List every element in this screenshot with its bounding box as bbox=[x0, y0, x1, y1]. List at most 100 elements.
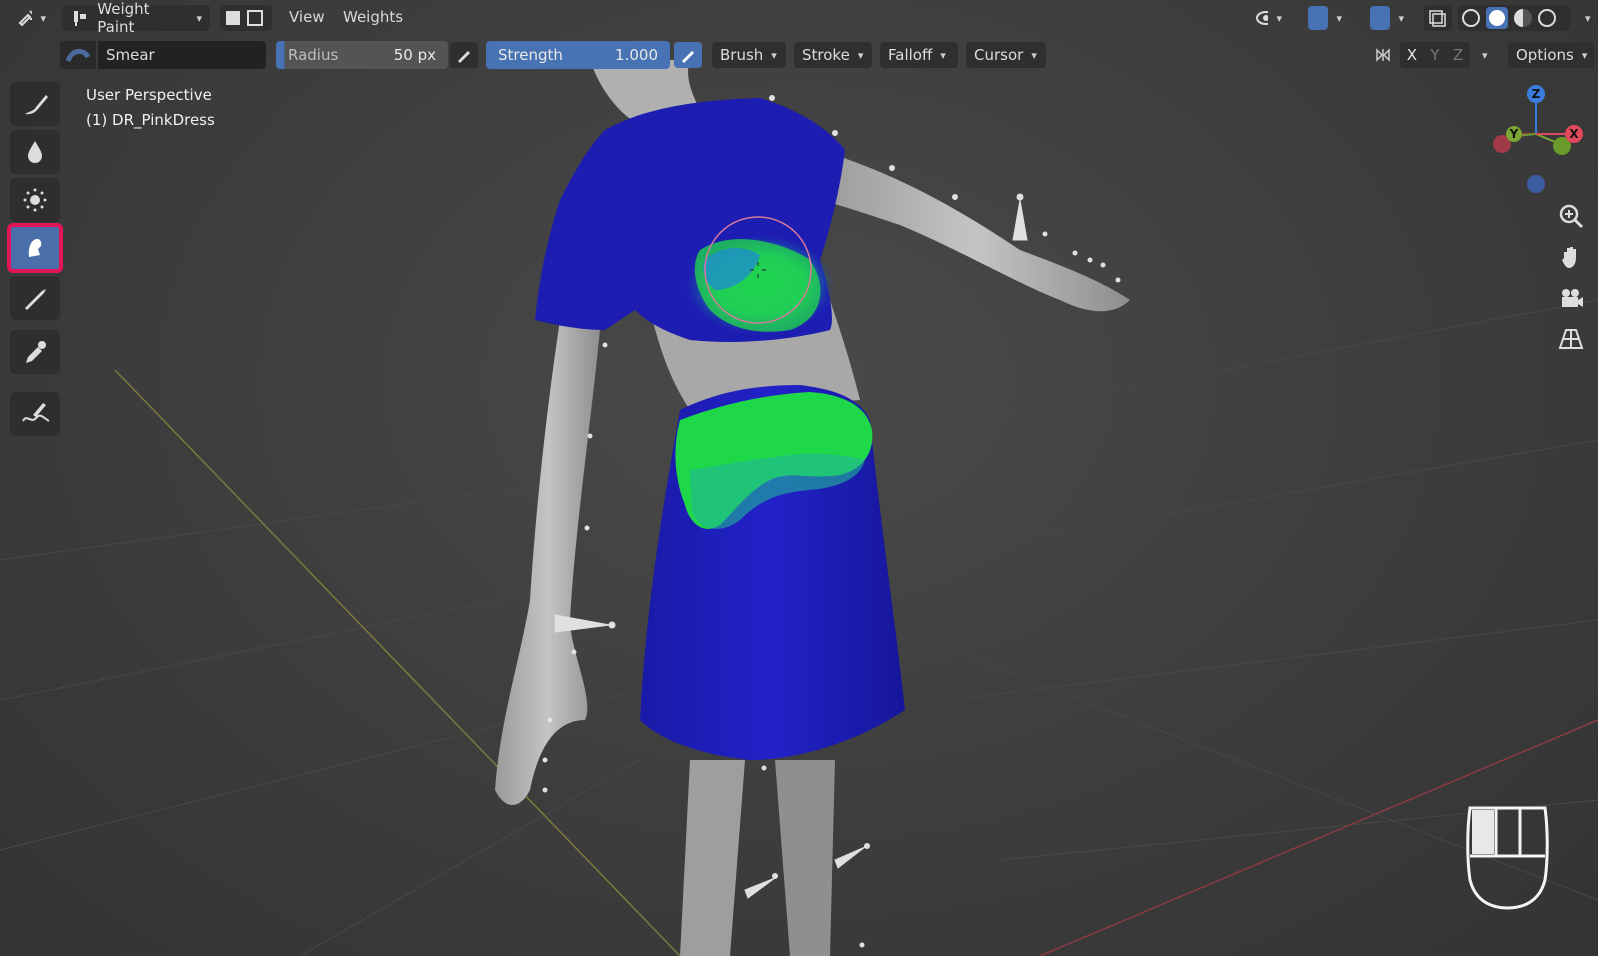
pan-button[interactable] bbox=[1554, 240, 1588, 274]
cursor-menu-label: Cursor bbox=[974, 46, 1024, 64]
cursor-menu[interactable]: Cursor ▾ bbox=[966, 42, 1046, 68]
leg-left bbox=[680, 760, 745, 956]
strength-slider[interactable]: Strength 1.000 bbox=[486, 41, 670, 69]
gizmo-y-label: Y bbox=[1509, 127, 1519, 141]
mirror-axis-x[interactable]: X bbox=[1407, 46, 1417, 64]
tool-average[interactable] bbox=[10, 178, 60, 222]
gizmo-toggle[interactable]: ▾ bbox=[1300, 5, 1350, 31]
chevron-down-icon: ▾ bbox=[771, 48, 777, 62]
mode-selector[interactable]: Weight Paint ▾ bbox=[62, 0, 210, 36]
tool-smear[interactable] bbox=[7, 223, 63, 273]
options-label: Options bbox=[1516, 46, 1574, 64]
brush-name-field[interactable]: Smear bbox=[98, 41, 266, 69]
camera-icon bbox=[1562, 289, 1583, 307]
chevron-down-icon: ▾ bbox=[196, 11, 202, 25]
3d-viewport[interactable] bbox=[0, 0, 1598, 956]
editor-type-icon bbox=[18, 10, 33, 27]
camera-view-button[interactable] bbox=[1554, 281, 1588, 315]
xray-toggle[interactable] bbox=[1424, 5, 1452, 31]
weight-paint-mode-icon bbox=[74, 11, 86, 26]
drop-icon bbox=[28, 141, 42, 163]
hand-icon bbox=[1562, 247, 1576, 268]
stroke-menu[interactable]: Stroke ▾ bbox=[794, 42, 872, 68]
xray-icon bbox=[1429, 10, 1446, 27]
editor-type-selector[interactable]: ▾ bbox=[10, 5, 54, 31]
falloff-menu[interactable]: Falloff ▾ bbox=[880, 42, 958, 68]
tool-sample-weight[interactable] bbox=[10, 330, 60, 374]
eyedropper-icon bbox=[26, 341, 46, 363]
y-axis-line bbox=[114, 369, 681, 956]
strength-pressure-toggle[interactable] bbox=[674, 42, 702, 68]
dots-icon bbox=[23, 188, 47, 212]
rendered-shading-icon[interactable] bbox=[1538, 9, 1556, 27]
paint-mask-toggles[interactable] bbox=[220, 5, 272, 31]
chevron-down-icon: ▾ bbox=[1336, 11, 1342, 25]
visibility-selector[interactable]: ▾ bbox=[1248, 5, 1290, 31]
arm-extended bbox=[820, 150, 1130, 312]
radius-slider[interactable]: Radius 50 px bbox=[276, 41, 448, 69]
gizmo-x-label: X bbox=[1569, 127, 1579, 141]
shading-modes[interactable] bbox=[1458, 5, 1570, 31]
gizmo-neg-z[interactable] bbox=[1527, 175, 1545, 193]
mirror-axes[interactable]: X Y Z bbox=[1400, 42, 1470, 68]
pen-pressure-icon bbox=[458, 51, 470, 63]
solid-shading-icon[interactable] bbox=[1486, 7, 1508, 29]
zoom-icon bbox=[1559, 204, 1584, 229]
smear-finger-icon bbox=[28, 238, 42, 257]
navigation-gizmo[interactable]: Z Y X bbox=[1480, 82, 1590, 200]
view-perspective-label: User Perspective bbox=[86, 86, 212, 104]
chevron-down-icon: ▾ bbox=[1581, 48, 1588, 62]
mirror-axis-z[interactable]: Z bbox=[1453, 46, 1463, 64]
gizmo-icon bbox=[1308, 6, 1329, 30]
tool-annotate[interactable] bbox=[10, 392, 60, 436]
tool-blur[interactable] bbox=[10, 130, 60, 174]
chevron-down-icon[interactable]: ▾ bbox=[1585, 12, 1591, 25]
tool-draw[interactable] bbox=[10, 82, 60, 126]
brush-menu[interactable]: Brush ▾ bbox=[712, 42, 786, 68]
zoom-button[interactable] bbox=[1554, 199, 1588, 233]
radius-value: 50 px bbox=[393, 46, 436, 64]
menu-weights[interactable]: Weights bbox=[343, 8, 403, 26]
chevron-down-icon: ▾ bbox=[1276, 11, 1282, 25]
strength-label: Strength bbox=[498, 46, 563, 64]
mask-icon bbox=[226, 10, 263, 26]
gradient-icon bbox=[25, 289, 46, 310]
perspective-toggle-button[interactable] bbox=[1554, 322, 1588, 356]
smear-brush-icon bbox=[65, 49, 91, 63]
butterfly-icon bbox=[1376, 48, 1390, 62]
wireframe-shading-icon[interactable] bbox=[1462, 9, 1480, 27]
eye-icon bbox=[1256, 11, 1269, 25]
falloff-menu-label: Falloff bbox=[888, 46, 933, 64]
grid-perspective-icon bbox=[1558, 329, 1584, 349]
mirror-axis-y[interactable]: Y bbox=[1430, 46, 1439, 64]
gizmo-z-label: Z bbox=[1532, 87, 1541, 101]
brush-icon bbox=[25, 95, 48, 115]
header-bar: ▾ Weight Paint ▾ View Weights ▾ ▾ ▾ ▾ bbox=[0, 0, 1598, 36]
annotate-icon bbox=[22, 403, 50, 422]
radius-pressure-toggle[interactable] bbox=[450, 42, 478, 68]
chevron-down-icon: ▾ bbox=[1031, 48, 1037, 62]
tool-settings-bar: Smear Radius 50 px Strength 1.000 Brush ▾… bbox=[0, 38, 1598, 72]
overlays-icon bbox=[1370, 6, 1391, 30]
radius-label: Radius bbox=[288, 46, 339, 64]
menu-view[interactable]: View bbox=[289, 8, 325, 26]
mode-label: Weight Paint bbox=[97, 0, 150, 36]
options-menu[interactable]: Options ▾ bbox=[1508, 42, 1594, 68]
brush-menu-label: Brush bbox=[720, 46, 764, 64]
chevron-down-icon: ▾ bbox=[940, 48, 946, 62]
chevron-down-icon[interactable]: ▾ bbox=[1482, 49, 1488, 62]
material-shading-icon[interactable] bbox=[1514, 9, 1532, 27]
brush-name: Smear bbox=[106, 46, 155, 64]
x-axis-line bbox=[1039, 719, 1598, 956]
strength-value: 1.000 bbox=[615, 46, 658, 64]
mirror-toggle[interactable] bbox=[1370, 42, 1396, 68]
chevron-down-icon: ▾ bbox=[1398, 11, 1404, 25]
chevron-down-icon: ▾ bbox=[40, 11, 46, 25]
tool-gradient[interactable] bbox=[10, 276, 60, 320]
brush-preview[interactable] bbox=[60, 41, 96, 69]
viewport-scene bbox=[0, 60, 1598, 956]
active-object-label: (1) DR_PinkDress bbox=[86, 111, 215, 129]
leg-right bbox=[775, 760, 835, 956]
overlay-toggle[interactable]: ▾ bbox=[1362, 5, 1412, 31]
mouse-left-button-highlight bbox=[1472, 810, 1494, 854]
